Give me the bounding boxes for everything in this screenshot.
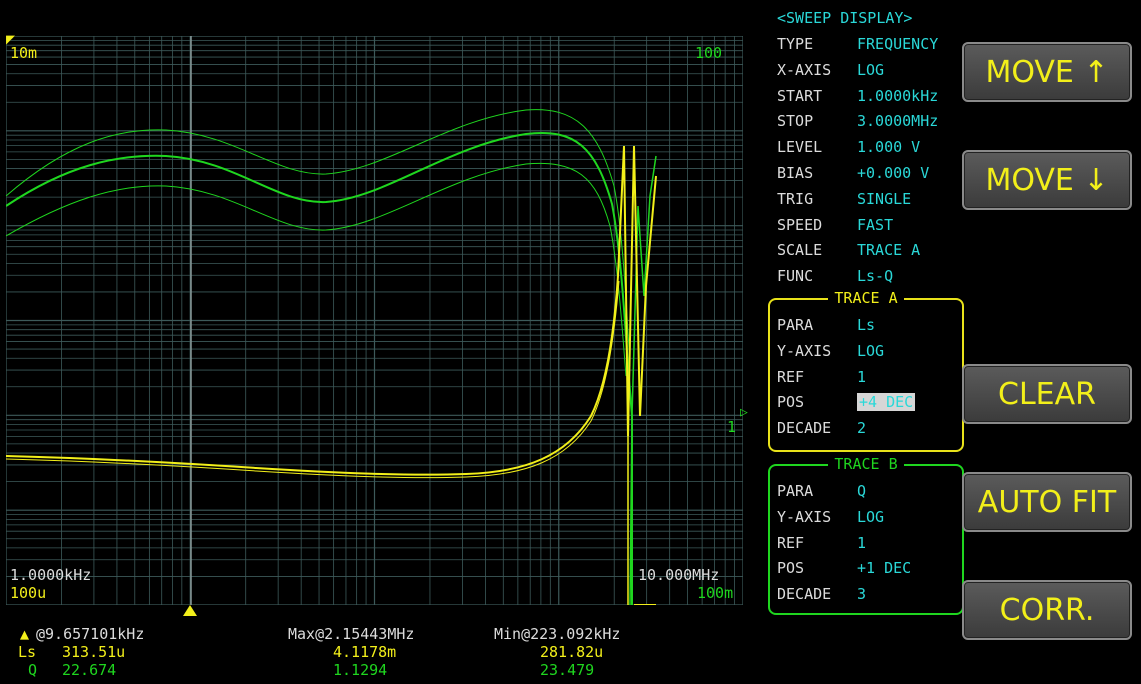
setting-key: LEVEL — [777, 138, 823, 157]
setting-value[interactable]: 1.000 V — [857, 138, 920, 156]
ls-marker-value: 313.51u — [62, 643, 126, 661]
marker-position-icon[interactable] — [183, 605, 197, 616]
sweep-plot[interactable] — [6, 36, 743, 605]
trace-a-value[interactable]: Ls — [857, 316, 875, 334]
setting-key: START — [777, 86, 823, 105]
setting-key: X-AXIS — [777, 60, 832, 79]
sweep-graph — [6, 36, 743, 605]
trace-b-upper — [6, 109, 631, 367]
q-marker-value: 22.674 — [62, 661, 117, 679]
trace-a-value[interactable]: LOG — [857, 342, 884, 360]
y-axis-top-right-label: 100 — [695, 44, 723, 62]
clear-button[interactable]: CLEAR — [962, 364, 1132, 424]
trace-a-value[interactable]: 2 — [857, 419, 866, 437]
trace-a-key: DECADE — [777, 419, 832, 438]
setting-value[interactable]: Ls-Q — [857, 267, 893, 285]
trace-a-key: Y-AXIS — [777, 341, 832, 360]
setting-key: SCALE — [777, 241, 823, 260]
corr-button[interactable]: CORR. — [962, 580, 1132, 640]
setting-key: FUNC — [777, 267, 814, 286]
ls-max-value: 4.1178m — [333, 643, 397, 661]
auto-fit-button[interactable]: AUTO FIT — [962, 472, 1132, 532]
x-axis-stop-label: 10.000MHz — [638, 566, 720, 584]
setting-value[interactable]: TRACE A — [857, 241, 920, 259]
trace-a-shadow — [6, 280, 620, 479]
ref-pointer-icon: ▷ — [740, 405, 748, 420]
panel-title: <SWEEP DISPLAY> — [777, 9, 913, 27]
q-label: Q — [28, 661, 38, 679]
trace-b-lower — [6, 162, 627, 377]
trace-b-value[interactable]: 1 — [857, 534, 866, 552]
setting-value[interactable]: LOG — [857, 61, 884, 79]
setting-key: TRIG — [777, 189, 814, 208]
setting-key: BIAS — [777, 164, 814, 182]
y-axis-bottom-left-label: 100u — [10, 584, 47, 602]
q-min-value: 23.479 — [540, 661, 595, 679]
setting-value[interactable]: FAST — [857, 216, 893, 234]
ls-label: Ls — [18, 643, 37, 661]
q-max-value: 1.1294 — [333, 661, 388, 679]
marker-icon: ▲ — [20, 625, 30, 643]
setting-key: STOP — [777, 112, 814, 131]
marker-frequency: @9.657101kHz — [36, 625, 145, 643]
trace-a-key: POS — [777, 393, 805, 412]
trace-b-key: REF — [777, 533, 805, 552]
trace-b-key: DECADE — [777, 585, 832, 604]
trace-b-key: POS — [777, 559, 805, 578]
y-axis-top-left-label: 10m — [10, 44, 38, 62]
y-axis-bottom-right-label: 100m — [697, 584, 734, 602]
trace-b-title: TRACE B — [828, 455, 904, 473]
setting-value[interactable]: +0.000 V — [857, 164, 929, 182]
move-up-button[interactable]: MOVE ↑ — [962, 42, 1132, 102]
setting-value[interactable]: FREQUENCY — [857, 35, 938, 53]
trace-b-value[interactable]: LOG — [857, 508, 884, 526]
trace-a-key: PARA — [777, 316, 814, 334]
setting-key: TYPE — [777, 35, 814, 53]
trace-a-value[interactable]: +4 DEC — [857, 393, 916, 412]
trace-b-key: Y-AXIS — [777, 507, 832, 526]
trace-b-key: PARA — [777, 482, 814, 500]
setting-value[interactable]: 3.0000MHz — [857, 112, 938, 130]
setting-key: SPEED — [777, 215, 823, 234]
trace-b-value[interactable]: Q — [857, 482, 866, 500]
setting-value[interactable]: 1.0000kHz — [857, 87, 938, 105]
trace-b-value[interactable]: 3 — [857, 585, 866, 603]
setting-value[interactable]: SINGLE — [857, 190, 911, 208]
x-axis-start-label: 1.0000kHz — [10, 566, 92, 584]
move-down-button[interactable]: MOVE ↓ — [962, 150, 1132, 210]
min-frequency: Min@223.092kHz — [494, 625, 621, 643]
trace-b-value[interactable]: +1 DEC — [857, 559, 911, 577]
y-axis-ref-right-label: 1 — [727, 418, 737, 436]
ls-min-value: 281.82u — [540, 643, 604, 661]
trace-a-value[interactable]: 1 — [857, 368, 866, 386]
trace-a-key: REF — [777, 367, 805, 386]
trace-a-title: TRACE A — [828, 289, 904, 307]
max-frequency: Max@2.15443MHz — [288, 625, 415, 643]
